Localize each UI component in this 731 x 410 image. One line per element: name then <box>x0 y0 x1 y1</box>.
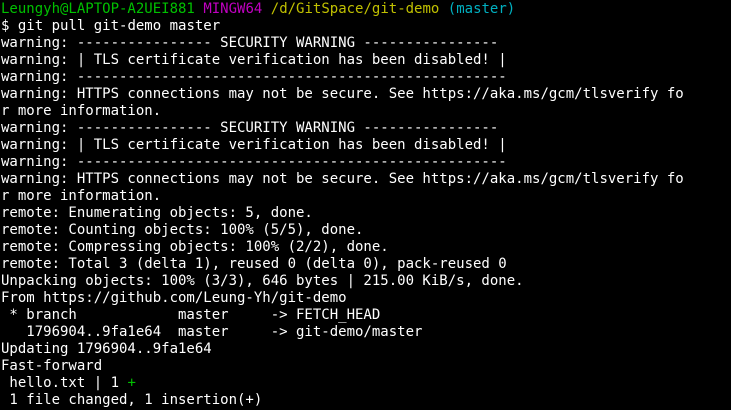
command-text: git pull git-demo master <box>17 18 221 34</box>
output-line: From https://github.com/Leung-Yh/git-dem… <box>1 290 347 306</box>
prompt-branch: (master) <box>447 1 516 17</box>
command-line[interactable]: $ git pull git-demo master <box>1 18 731 35</box>
output-line: remote: Total 3 (delta 1), reused 0 (del… <box>1 256 507 272</box>
output-line: 1796904..9fa1e64 master -> git-demo/mast… <box>1 324 423 340</box>
summary-line: 1 file changed, 1 insertion(+) <box>1 392 263 408</box>
diffstat-file: hello.txt | 1 <box>1 375 128 391</box>
output-line: Unpacking objects: 100% (3/3), 646 bytes… <box>1 273 524 289</box>
output-line: warning: | TLS certificate verification … <box>1 52 507 68</box>
output-line: Fast-forward <box>1 358 103 374</box>
output-line: warning: HTTPS connections may not be se… <box>1 171 684 187</box>
output-line: Updating 1796904..9fa1e64 <box>1 341 212 357</box>
output-line: warning: | TLS certificate verification … <box>1 137 507 153</box>
diffstat-plus: + <box>127 375 136 391</box>
output-line: warning: -------------------------------… <box>1 69 507 85</box>
output-line: r more information. <box>1 188 162 204</box>
output-line: r more information. <box>1 103 162 119</box>
output-line: warning: ---------------- SECURITY WARNI… <box>1 35 499 51</box>
prompt-path: /d/GitSpace/git-demo <box>270 1 440 17</box>
output-line: remote: Counting objects: 100% (5/5), do… <box>1 222 364 238</box>
diffstat-line: hello.txt | 1 + <box>1 375 731 392</box>
output-line: warning: ---------------- SECURITY WARNI… <box>1 120 499 136</box>
terminal-window[interactable]: Leungyh@LAPTOP-A2UEI881 MINGW64 /d/GitSp… <box>0 0 731 410</box>
output-line: warning: HTTPS connections may not be se… <box>1 86 684 102</box>
prompt-line: Leungyh@LAPTOP-A2UEI881 MINGW64 /d/GitSp… <box>1 1 731 18</box>
prompt-user-host: Leungyh@LAPTOP-A2UEI881 <box>1 1 195 17</box>
prompt-symbol: $ <box>1 18 10 34</box>
output-line: * branch master -> FETCH_HEAD <box>1 307 381 323</box>
output-line: warning: -------------------------------… <box>1 154 507 170</box>
prompt-system: MINGW64 <box>203 1 263 17</box>
output-line: remote: Enumerating objects: 5, done. <box>1 205 313 221</box>
output-line: remote: Compressing objects: 100% (2/2),… <box>1 239 389 255</box>
